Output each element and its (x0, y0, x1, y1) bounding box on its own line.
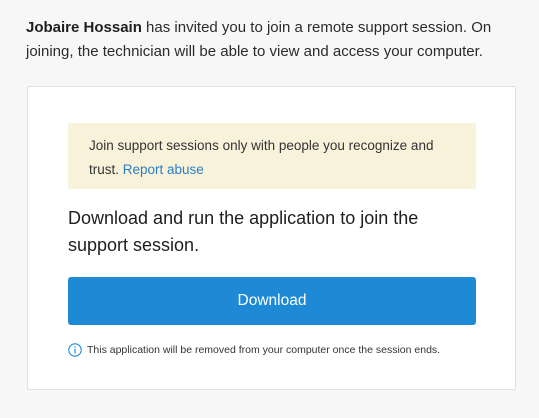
report-abuse-link[interactable]: Report abuse (123, 162, 204, 177)
safety-notice: Join support sessions only with people y… (68, 123, 476, 189)
instruction-heading: Download and run the application to join… (68, 208, 419, 255)
invitation-message: Jobaire Hossain has invited you to join … (26, 16, 518, 64)
info-icon (68, 343, 82, 357)
removal-info: This application will be removed from yo… (68, 343, 488, 357)
removal-info-text: This application will be removed from yo… (87, 344, 441, 356)
page: Jobaire Hossain has invited you to join … (0, 0, 539, 418)
inviter-name: Jobaire Hossain (26, 19, 142, 36)
join-session-card: Join support sessions only with people y… (27, 86, 516, 390)
download-button[interactable]: Download (68, 277, 476, 325)
